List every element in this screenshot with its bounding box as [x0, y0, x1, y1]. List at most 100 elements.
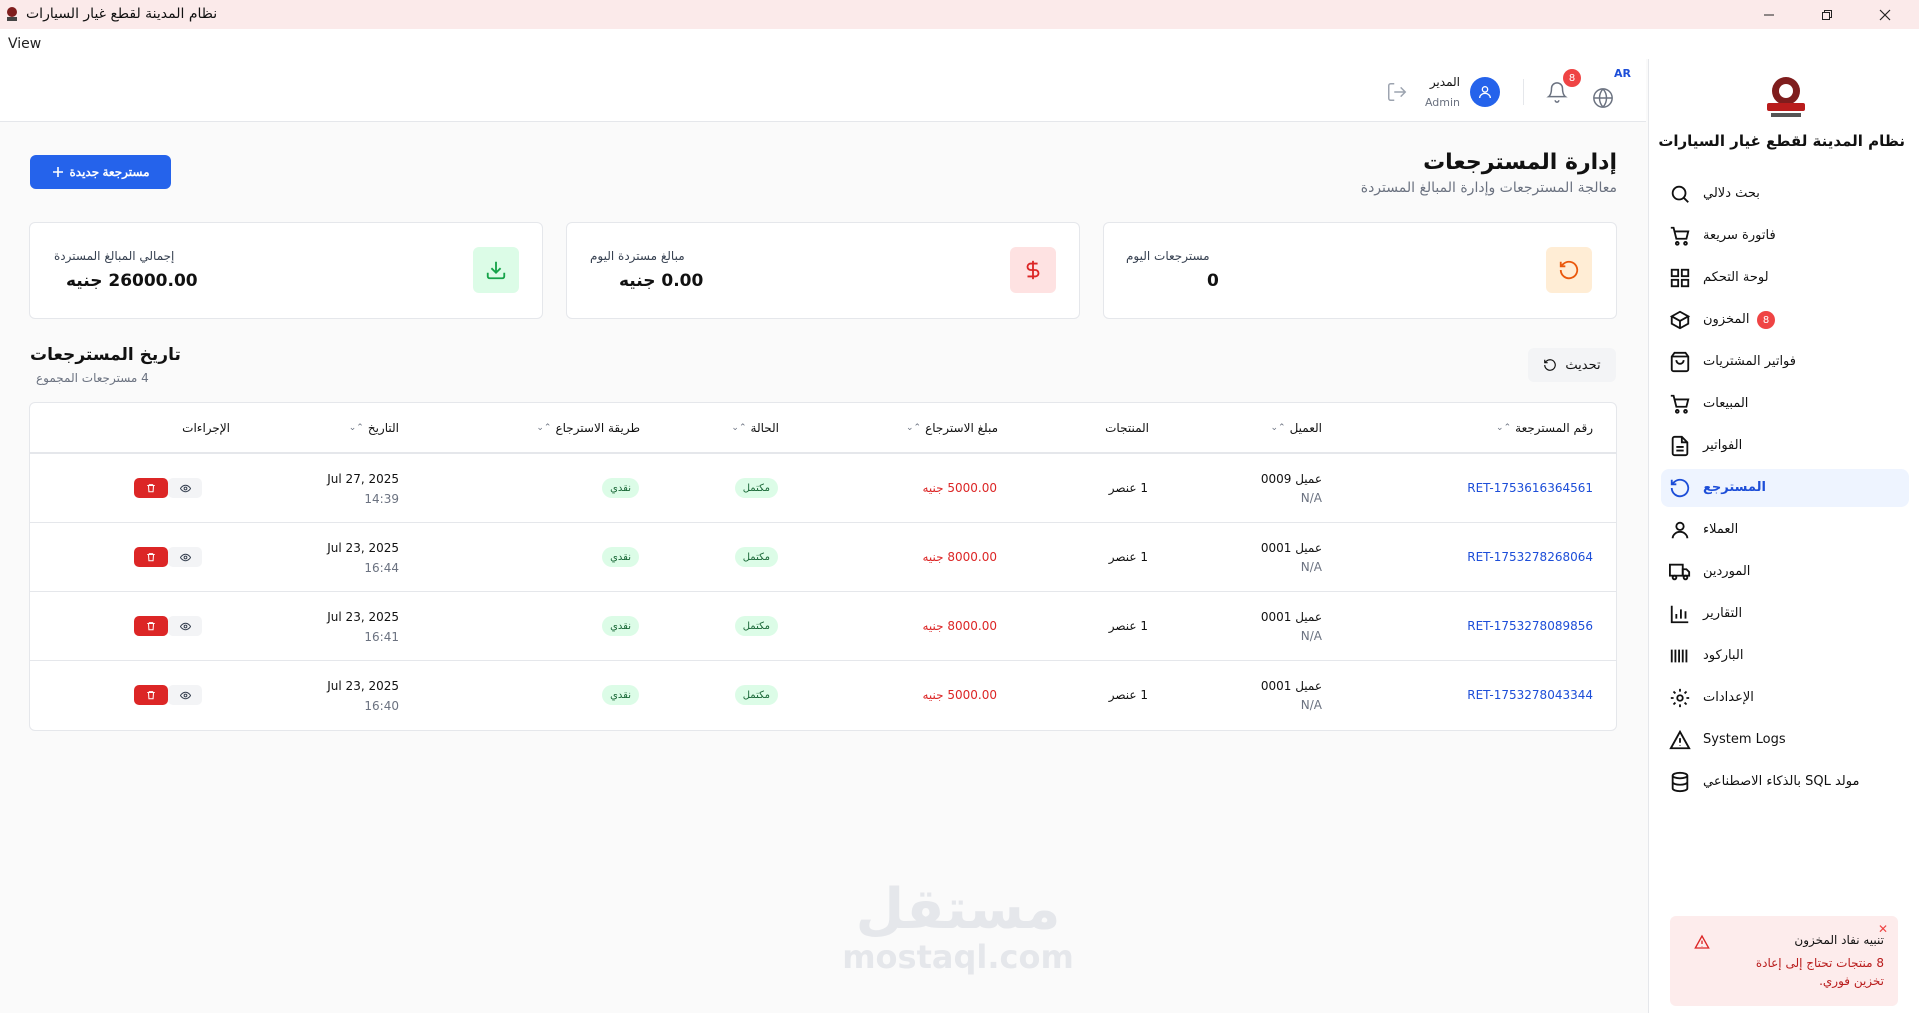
row-actions — [134, 547, 202, 567]
refresh-button[interactable]: تحديث — [1528, 348, 1616, 382]
sort-icon: ⌃⌄ — [348, 423, 364, 433]
return-id-link[interactable]: RET-1753278089856 — [1467, 619, 1593, 633]
delete-button[interactable] — [134, 685, 168, 705]
delete-button[interactable] — [134, 547, 168, 567]
sidebar-item-system-logs[interactable]: System Logs — [1661, 721, 1909, 759]
view-button[interactable] — [168, 616, 202, 636]
stat-card-today-refunds: مبالغ مستردة اليوم 0.00 جنيه — [566, 222, 1080, 319]
method-badge: نقدي — [602, 547, 639, 567]
column-header-products: المنتجات — [1105, 421, 1149, 435]
new-return-button[interactable]: مسترجعة جديدة — [30, 155, 171, 189]
trash-icon — [147, 484, 155, 493]
column-header-method[interactable]: طريقة الاسترجاع ⌃⌄ — [536, 421, 640, 435]
status-badge: مكتمل — [734, 685, 778, 705]
trash-icon — [147, 622, 155, 631]
sidebar-item-sql-generator[interactable]: مولد SQL بالذكاء الاصطناعي — [1661, 763, 1909, 801]
sidebar-item-dashboard[interactable]: لوحة التحكم — [1661, 259, 1909, 297]
table-row: RET-1753278043344 عميل 0001 N/A 1 عنصر 5… — [30, 661, 1616, 730]
method-badge: نقدي — [602, 478, 639, 498]
sidebar-item-label: System Logs — [1703, 732, 1786, 747]
sidebar-item-inventory[interactable]: المخزون 8 — [1661, 301, 1909, 339]
status-badge: مكتمل — [734, 547, 778, 567]
stat-label: مبالغ مستردة اليوم — [590, 249, 685, 263]
view-button[interactable] — [168, 547, 202, 567]
shopping-bag-icon — [1670, 351, 1690, 373]
sidebar-item-label: الفواتير — [1703, 438, 1743, 453]
sidebar-item-semantic-search[interactable]: بحث دلالي — [1661, 175, 1909, 213]
close-button[interactable] — [1856, 0, 1914, 29]
return-id-link[interactable]: RET-1753278268064 — [1467, 550, 1593, 564]
sidebar-nav: بحث دلالي فاتورة سريعة لوحة التحكم المخز… — [1661, 175, 1909, 805]
customer-sub: N/A — [1300, 698, 1322, 712]
avatar[interactable] — [1470, 77, 1500, 107]
watermark-ar: مستقل — [855, 877, 1061, 942]
warning-icon — [1669, 729, 1691, 750]
user-icon — [1479, 86, 1491, 99]
maximize-button[interactable] — [1798, 0, 1856, 29]
delete-button[interactable] — [134, 616, 168, 636]
eye-icon — [179, 691, 191, 699]
brand-name: نظام المدينة لقطع غيار السيارات — [1658, 132, 1905, 150]
view-button[interactable] — [168, 685, 202, 705]
sidebar-item-customers[interactable]: العملاء — [1661, 511, 1909, 549]
column-header-customer[interactable]: العميل ⌃⌄ — [1270, 421, 1322, 435]
gear-icon — [1670, 688, 1690, 708]
table-row: RET-1753278268064 عميل 0001 N/A 1 عنصر 8… — [30, 523, 1616, 592]
inventory-badge: 8 — [1757, 311, 1775, 329]
restore-icon — [1822, 9, 1832, 20]
sidebar-item-returns[interactable]: المسترجع — [1661, 469, 1909, 507]
delete-button[interactable] — [134, 478, 168, 498]
column-label: العميل — [1289, 421, 1322, 435]
column-header-date[interactable]: التاريخ ⌃⌄ — [349, 421, 399, 435]
eye-icon — [179, 484, 191, 492]
return-id-link[interactable]: RET-1753278043344 — [1467, 688, 1593, 702]
return-id-link[interactable]: RET-1753616364561 — [1467, 481, 1593, 495]
brand-logo — [1767, 77, 1805, 117]
column-label: المنتجات — [1105, 421, 1149, 435]
column-header-return-id[interactable]: رقم المسترجعة ⌃⌄ — [1496, 421, 1593, 435]
sidebar-item-settings[interactable]: الإعدادات — [1661, 679, 1909, 717]
customer-name: عميل 0009 — [1260, 472, 1322, 486]
history-title: تاريخ المسترجعات — [30, 345, 181, 365]
language-switcher[interactable]: AR — [1592, 67, 1632, 108]
menu-view[interactable]: View — [8, 36, 41, 52]
truck-icon — [1669, 563, 1691, 581]
sidebar-item-barcode[interactable]: الباركود — [1661, 637, 1909, 675]
sidebar-item-sales[interactable]: المبيعات — [1661, 385, 1909, 423]
return-time: 16:44 — [364, 561, 399, 575]
refresh-icon — [1544, 359, 1557, 371]
column-header-status[interactable]: الحالة ⌃⌄ — [731, 421, 779, 435]
row-actions — [134, 478, 202, 498]
column-label: رقم المسترجعة — [1515, 421, 1593, 435]
stat-label: إجمالي المبالغ المستردة — [54, 249, 175, 263]
return-date: Jul 27, 2025 — [327, 472, 399, 486]
column-label: طريقة الاسترجاع — [555, 421, 640, 435]
products-count: 1 عنصر — [1108, 550, 1148, 564]
minimize-button[interactable] — [1740, 0, 1798, 29]
close-icon — [1879, 9, 1891, 20]
sidebar-item-purchase-invoices[interactable]: فواتير المشتريات — [1661, 343, 1909, 381]
new-return-label: مسترجعة جديدة — [69, 165, 150, 179]
sidebar-item-reports[interactable]: التقارير — [1661, 595, 1909, 633]
row-actions — [134, 685, 202, 705]
trash-icon — [147, 691, 155, 700]
sort-icon: ⌃⌄ — [1270, 423, 1286, 433]
sort-icon: ⌃⌄ — [536, 423, 552, 433]
sidebar-item-label: لوحة التحكم — [1703, 270, 1769, 285]
history-count: 4 مسترجعات المجموع — [36, 371, 149, 385]
sidebar-item-label: التقارير — [1703, 606, 1743, 621]
sidebar-item-label: فاتورة سريعة — [1703, 228, 1776, 243]
column-header-amount[interactable]: مبلغ الاسترجاع ⌃⌄ — [906, 421, 998, 435]
sidebar-item-suppliers[interactable]: الموردين — [1661, 553, 1909, 591]
status-badge: مكتمل — [734, 478, 778, 498]
logout-icon[interactable] — [1386, 81, 1408, 103]
sidebar-item-invoices[interactable]: الفواتير — [1661, 427, 1909, 465]
view-button[interactable] — [168, 478, 202, 498]
low-stock-toast: ✕ تنبيه نفاد المخزون 8 منتجات تحتاج إلى … — [1670, 916, 1898, 1006]
bar-chart-icon — [1670, 605, 1689, 624]
sidebar: نظام المدينة لقطع غيار السيارات بحث دلال… — [1648, 59, 1919, 1013]
stat-value: 26000.00 جنيه — [66, 271, 198, 291]
sort-icon: ⌃⌄ — [731, 423, 747, 433]
sidebar-item-quick-invoice[interactable]: فاتورة سريعة — [1661, 217, 1909, 255]
trash-icon — [147, 553, 155, 562]
